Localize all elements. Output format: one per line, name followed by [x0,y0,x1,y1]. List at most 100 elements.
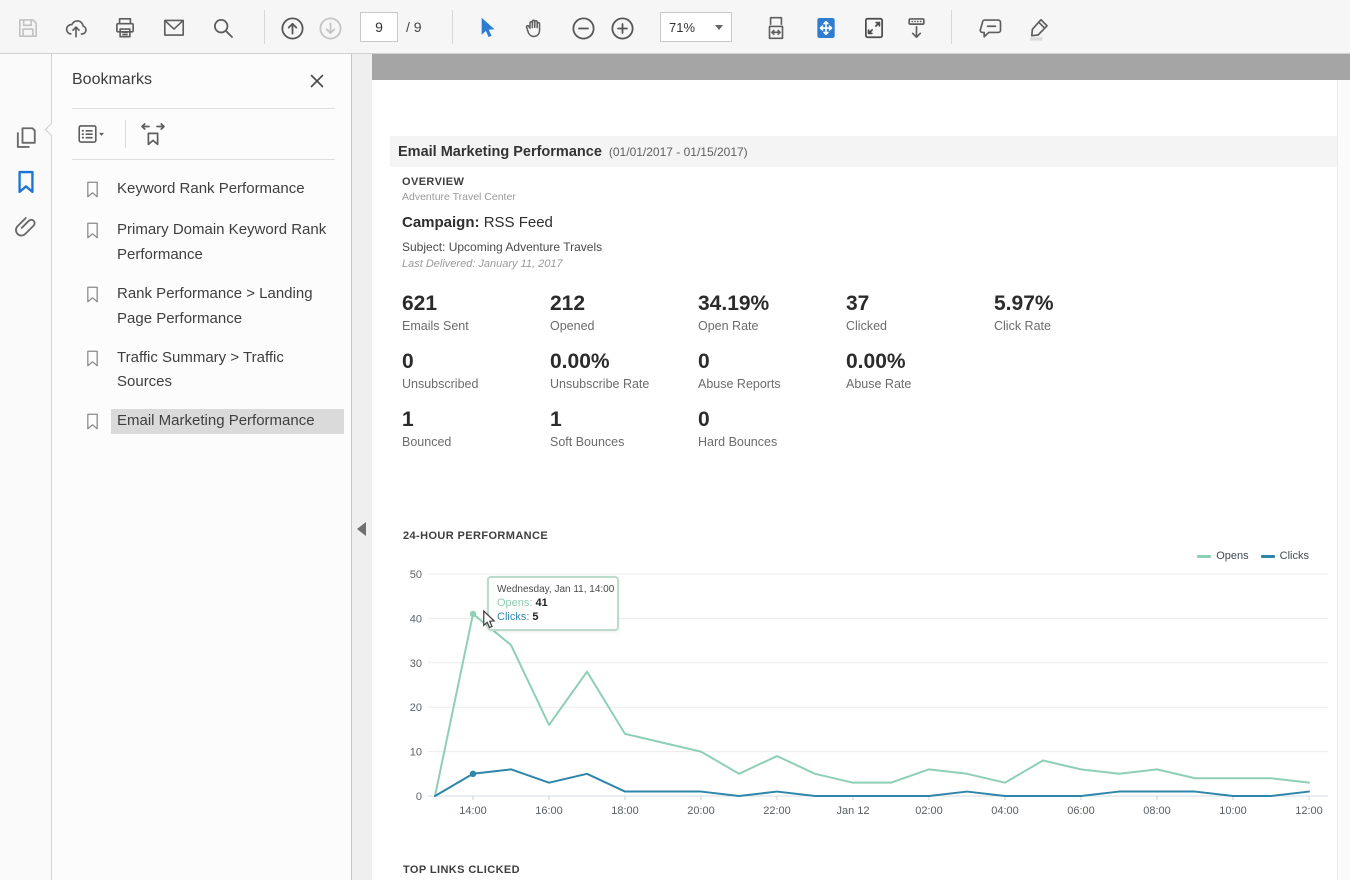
stat-label: Unsubscribed [402,377,550,391]
highlight-icon [1025,15,1052,42]
bookmarks-icon [12,168,40,199]
bookmark-item-label: Primary Domain Keyword Rank Performance [111,218,344,268]
panel-divider [72,159,335,160]
expand-current-bookmark-button[interactable] [136,120,170,150]
bookmark-item[interactable]: Traffic Summary > Traffic Sources [52,339,352,403]
stat-cell: 1Bounced [402,408,550,449]
expand-bookmark-icon [138,120,168,151]
bookmarks-tab[interactable] [10,167,42,199]
stat-cell: 212Opened [550,292,698,333]
fullscreen-icon [861,15,887,41]
svg-text:16:00: 16:00 [535,805,563,817]
mouse-cursor [482,610,498,635]
search-button[interactable] [207,12,239,44]
bookmark-options-button[interactable] [74,120,108,150]
toolbar-divider [951,10,952,44]
stat-cell: 0.00%Unsubscribe Rate [550,350,698,391]
toolbar-divider [264,10,265,44]
zoom-level-select[interactable]: 71% [660,12,732,42]
zoom-in-button[interactable] [606,12,638,44]
stat-value: 0.00% [846,350,994,373]
previous-page-button[interactable] [276,12,308,44]
bookmark-item[interactable]: Rank Performance > Landing Page Performa… [52,275,352,339]
vertical-scrollbar[interactable] [1337,80,1350,880]
collapse-panel-handle[interactable] [357,522,366,536]
tooltip-clicks-value: 5 [532,611,538,623]
comment-button[interactable] [975,12,1007,44]
close-panel-button[interactable] [305,70,329,94]
stat-label: Soft Bounces [550,435,698,449]
fullscreen-button[interactable] [858,12,890,44]
panel-tools-divider [125,120,126,148]
stat-cell: 5.97%Click Rate [994,292,1142,333]
save-button[interactable] [12,12,44,44]
highlight-button[interactable] [1022,12,1054,44]
fit-width-button[interactable] [760,12,792,44]
read-mode-button[interactable] [900,12,932,44]
panel-splitter[interactable] [352,54,372,880]
stat-value: 37 [846,292,994,315]
clicks-legend-swatch [1261,555,1275,558]
bookmark-item-label: Email Marketing Performance [111,409,344,434]
save-icon [15,15,41,41]
svg-text:10:00: 10:00 [1219,805,1247,817]
stat-value: 0.00% [550,350,698,373]
stats-row: 621Emails Sent212Opened34.19%Open Rate37… [402,292,1142,333]
svg-text:0: 0 [416,791,422,803]
svg-text:22:00: 22:00 [763,805,791,817]
bookmark-item[interactable]: Keyword Rank Performance [52,170,352,211]
svg-text:40: 40 [410,613,422,625]
stat-value: 0 [698,350,846,373]
bookmark-ribbon-icon [84,349,101,373]
previous-page-icon [279,15,306,42]
hand-tool-icon [522,15,548,41]
last-delivered: Last Delivered: January 11, 2017 [402,258,602,270]
bookmark-item[interactable]: Email Marketing Performance [52,402,352,443]
page-thumbnails-icon [12,123,40,154]
stat-cell: 0 Unsubscribed [402,350,550,391]
fit-one-page-button[interactable] [810,12,842,44]
stats-row: 1Bounced1Soft Bounces0Hard Bounces [402,408,1142,449]
stat-cell: 621Emails Sent [402,292,550,333]
toolbar-divider [452,10,453,44]
email-button[interactable] [158,12,190,44]
print-button[interactable] [109,12,141,44]
pdf-page: Email Marketing Performance (01/01/2017 … [372,80,1337,880]
page-fit-width-icon [763,15,789,41]
zoom-out-button[interactable] [567,12,599,44]
stat-cell: 37Clicked [846,292,994,333]
stat-label: Click Rate [994,319,1142,333]
campaign-line: Campaign: RSS Feed [402,214,602,231]
stat-value: 0 [402,350,550,373]
stat-value: 621 [402,292,550,315]
overview-section: OVERVIEW Adventure Travel Center Campaig… [402,176,602,270]
chart-section-title: 24-HOUR PERFORMANCE [403,530,548,542]
next-page-button[interactable] [314,12,346,44]
stat-cell: 34.19%Open Rate [698,292,846,333]
svg-text:30: 30 [410,658,422,670]
clicks-legend-label: Clicks [1280,550,1309,562]
bookmark-ribbon-icon [84,285,101,309]
bookmark-item-label: Rank Performance > Landing Page Performa… [111,282,344,332]
svg-text:18:00: 18:00 [611,805,639,817]
subject-line: Subject: Upcoming Adventure Travels [402,240,602,254]
stat-label: Abuse Rate [846,377,994,391]
fit-one-page-icon [813,15,839,41]
svg-text:04:00: 04:00 [991,805,1019,817]
page-thumbnails-tab[interactable] [10,122,42,154]
close-icon [307,71,327,94]
share-upload-button[interactable] [60,12,92,44]
svg-text:50: 50 [410,569,422,581]
attachments-tab[interactable] [10,212,42,244]
stat-label: Bounced [402,435,550,449]
zoom-level-value: 71% [669,20,695,35]
bookmark-item[interactable]: Primary Domain Keyword Rank Performance [52,211,352,275]
campaign-label: Campaign: [402,214,480,231]
tooltip-opens-row: Opens:41 [497,597,609,609]
select-tool-icon [473,15,499,41]
page-number-input[interactable]: 9 [360,12,398,42]
select-tool-button[interactable] [470,12,502,44]
tooltip-opens-label: Opens: [497,597,532,609]
hand-tool-button[interactable] [519,12,551,44]
chart-tooltip: Wednesday, Jan 11, 14:00 Opens:41 Clicks… [487,576,619,631]
